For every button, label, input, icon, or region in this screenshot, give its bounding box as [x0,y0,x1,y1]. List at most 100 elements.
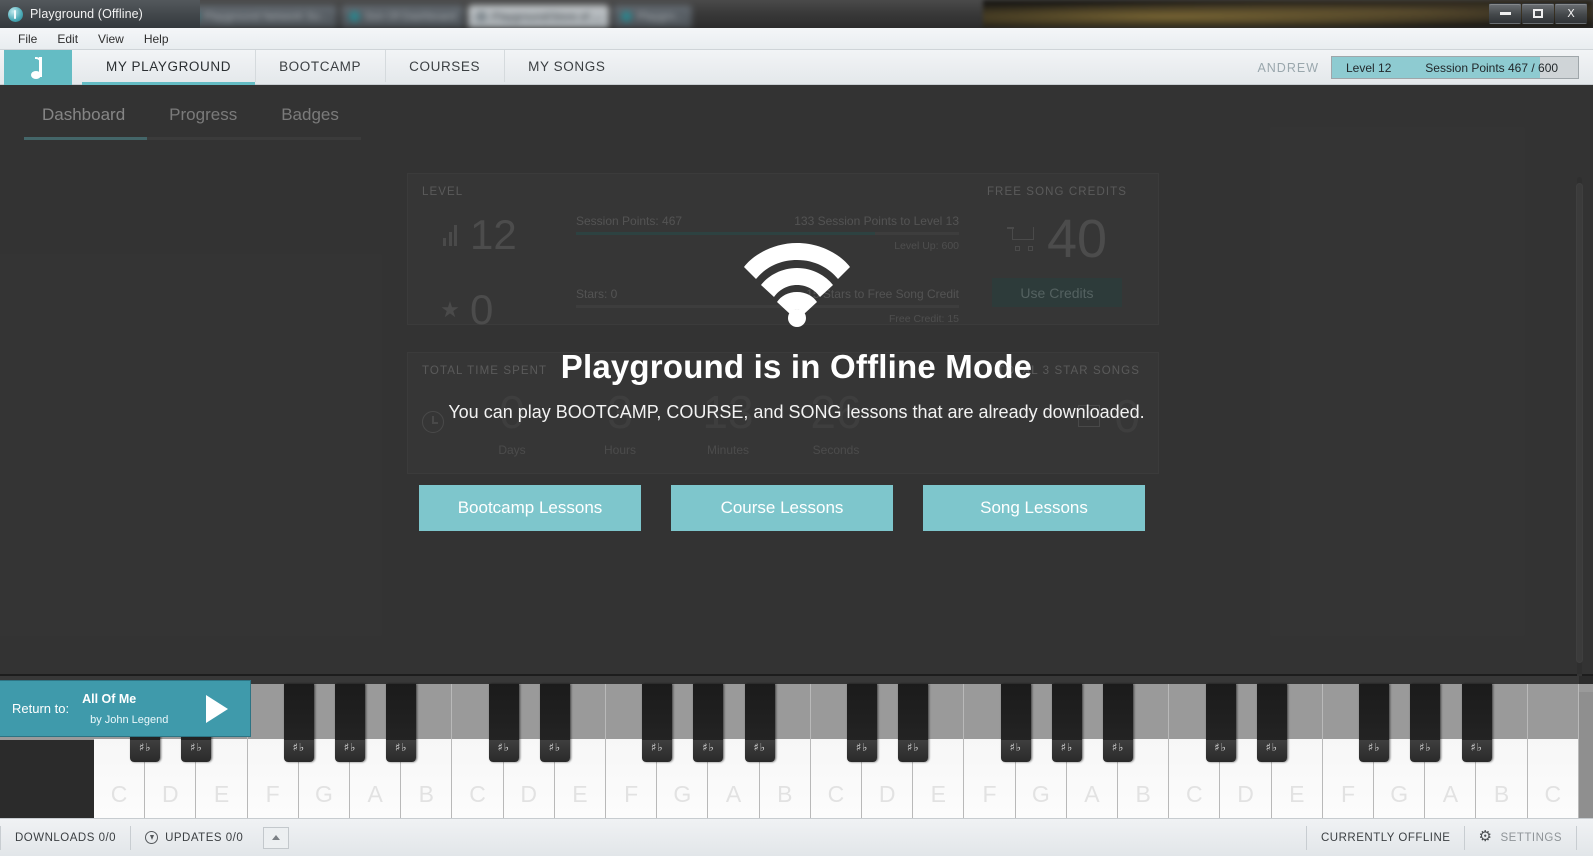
piano-black-key[interactable]: ♯♭ [1359,684,1390,762]
nav-label: MY SONGS [528,58,606,74]
app-logo-button[interactable] [4,50,72,85]
tab-favicon-icon [348,11,360,22]
nav-item-my-songs[interactable]: MY SONGS [504,50,629,85]
sharp-flat-icon: ♯♭ [753,741,766,754]
sharp-flat-icon: ♯♭ [1214,741,1227,754]
offline-subtitle: You can play BOOTCAMP, COURSE, and SONG … [448,402,1145,422]
piano-black-key[interactable]: ♯♭ [539,684,570,762]
piano-black-key[interactable]: ♯♭ [488,684,519,762]
song-lessons-label: Song Lessons [980,498,1088,517]
application-window: Playground Network Su... Son Of Dashboar… [0,0,1593,856]
piano-black-key[interactable]: ♯♭ [1205,684,1236,762]
menubar: File Edit View Help [0,28,1593,50]
song-artist: by John Legend [90,713,169,726]
status-bar: DOWNLOADS 0/0 UPDATES 0/0 CURRENTLY OFFL… [0,818,1593,856]
piano-black-key[interactable]: ♯♭ [386,684,417,762]
piano-right-corner [1579,676,1593,684]
session-points-label: Session Points 467 / 600 [1425,60,1559,75]
sharp-flat-icon: ♯♭ [343,741,357,754]
song-lessons-button[interactable]: Song Lessons [923,485,1145,531]
return-to-label: Return to: [12,701,70,716]
background-browser-tabs: Playground Network Su... Son Of Dashboar… [180,0,1440,28]
user-status-group: ANDREW Level 12 Session Points 467 / 600 [1257,50,1579,85]
sharp-flat-icon: ♯♭ [855,741,869,754]
sharp-flat-icon: ♯♭ [1060,741,1074,754]
course-lessons-button[interactable]: Course Lessons [671,485,893,531]
window-controls: X [1489,3,1587,24]
course-lessons-label: Course Lessons [720,498,844,517]
now-playing-bar[interactable]: Return to: All Of Me by John Legend [0,681,250,736]
wifi-icon [743,243,850,327]
piano-black-key[interactable]: ♯♭ [744,684,775,762]
background-tab-label: Playground Network Su... [204,10,329,23]
background-tab: Playground Network Su... [180,5,337,28]
piano-black-key[interactable]: ♯♭ [898,684,929,762]
window-title: Playground (Offline) [30,7,143,21]
piano-black-key[interactable]: ♯♭ [283,684,314,762]
bootcamp-lessons-button[interactable]: Bootcamp Lessons [419,485,641,531]
level-badge: Level 12 [1332,57,1406,78]
playground-logo-icon [8,6,23,22]
updates-status[interactable]: UPDATES 0/0 [131,826,257,850]
downloads-status[interactable]: DOWNLOADS 0/0 [1,826,130,850]
background-tab: Son Of Dashboard [340,5,464,28]
sharp-flat-icon: ♯♭ [1111,741,1125,754]
sharp-flat-icon: ♯♭ [292,741,306,754]
caret-up-icon [272,835,281,840]
sharp-flat-icon: ♯♭ [907,741,920,754]
background-tab-label: Playgro... [637,10,684,23]
sharp-flat-icon: ♯♭ [1470,741,1483,754]
music-note-logo-icon [31,56,45,79]
piano-black-key[interactable]: ♯♭ [1051,684,1082,762]
menu-item-help[interactable]: Help [134,30,179,48]
sharp-flat-icon: ♯♭ [548,741,562,754]
piano-black-key[interactable]: ♯♭ [847,684,878,762]
minimize-button[interactable] [1489,3,1521,24]
expand-status-button[interactable] [263,826,290,849]
play-triangle-icon[interactable] [206,695,228,723]
piano-black-key[interactable]: ♯♭ [1461,684,1492,762]
offline-modal: Playground is in Offline Mode You can pl… [0,85,1593,674]
piano-black-key[interactable]: ♯♭ [1256,684,1287,762]
app-header: MY PLAYGROUND BOOTCAMP COURSES MY SONGS … [0,50,1593,85]
sharp-flat-icon: ♯♭ [190,741,203,754]
background-tab-label: Playground/Store of ... [491,10,602,23]
menu-item-edit[interactable]: Edit [47,30,88,48]
piano-black-key[interactable]: ♯♭ [1000,684,1031,762]
piano-black-key[interactable]: ♯♭ [335,684,366,762]
close-button[interactable]: X [1555,3,1587,24]
now-playing-meta: All Of Me by John Legend [69,689,168,729]
piano-black-key[interactable]: ♯♭ [642,684,673,762]
maximize-icon [1533,9,1543,18]
maximize-button[interactable] [1522,3,1554,24]
sharp-flat-icon: ♯♭ [1009,741,1022,754]
piano-black-key[interactable]: ♯♭ [1410,684,1441,762]
song-title: All Of Me [82,691,137,706]
session-points-progress: Session Points 467 / 600 [1405,57,1578,78]
level-progress-pill[interactable]: Level 12 Session Points 467 / 600 [1331,56,1579,79]
tab-favicon-icon [621,11,633,22]
bootcamp-lessons-label: Bootcamp Lessons [457,498,603,517]
nav-label: MY PLAYGROUND [106,58,232,74]
sharp-flat-icon: ♯♭ [651,741,664,754]
offline-status-label: CURRENTLY OFFLINE [1321,831,1451,844]
menu-item-file[interactable]: File [8,30,47,48]
user-name: ANDREW [1257,60,1319,75]
sharp-flat-icon: ♯♭ [1265,741,1278,754]
sharp-flat-icon: ♯♭ [497,741,510,754]
background-tab: Playgro... [613,5,692,28]
updates-label: UPDATES 0/0 [165,831,244,844]
sharp-flat-icon: ♯♭ [394,741,408,754]
nav-item-courses[interactable]: COURSES [385,50,504,85]
window-titlebar: Playground Network Su... Son Of Dashboar… [0,0,1593,28]
piano-black-key[interactable]: ♯♭ [693,684,724,762]
piano-black-key[interactable]: ♯♭ [1103,684,1134,762]
nav-item-bootcamp[interactable]: BOOTCAMP [255,50,385,85]
settings-button[interactable]: SETTINGS [1465,826,1576,850]
menu-item-view[interactable]: View [88,30,134,48]
offline-action-buttons: Bootcamp Lessons Course Lessons Song Les… [419,485,1145,531]
download-circle-icon [145,831,159,844]
nav-label: COURSES [409,58,481,74]
nav-item-my-playground[interactable]: MY PLAYGROUND [82,50,256,85]
primary-nav: MY PLAYGROUND BOOTCAMP COURSES MY SONGS [82,50,629,85]
